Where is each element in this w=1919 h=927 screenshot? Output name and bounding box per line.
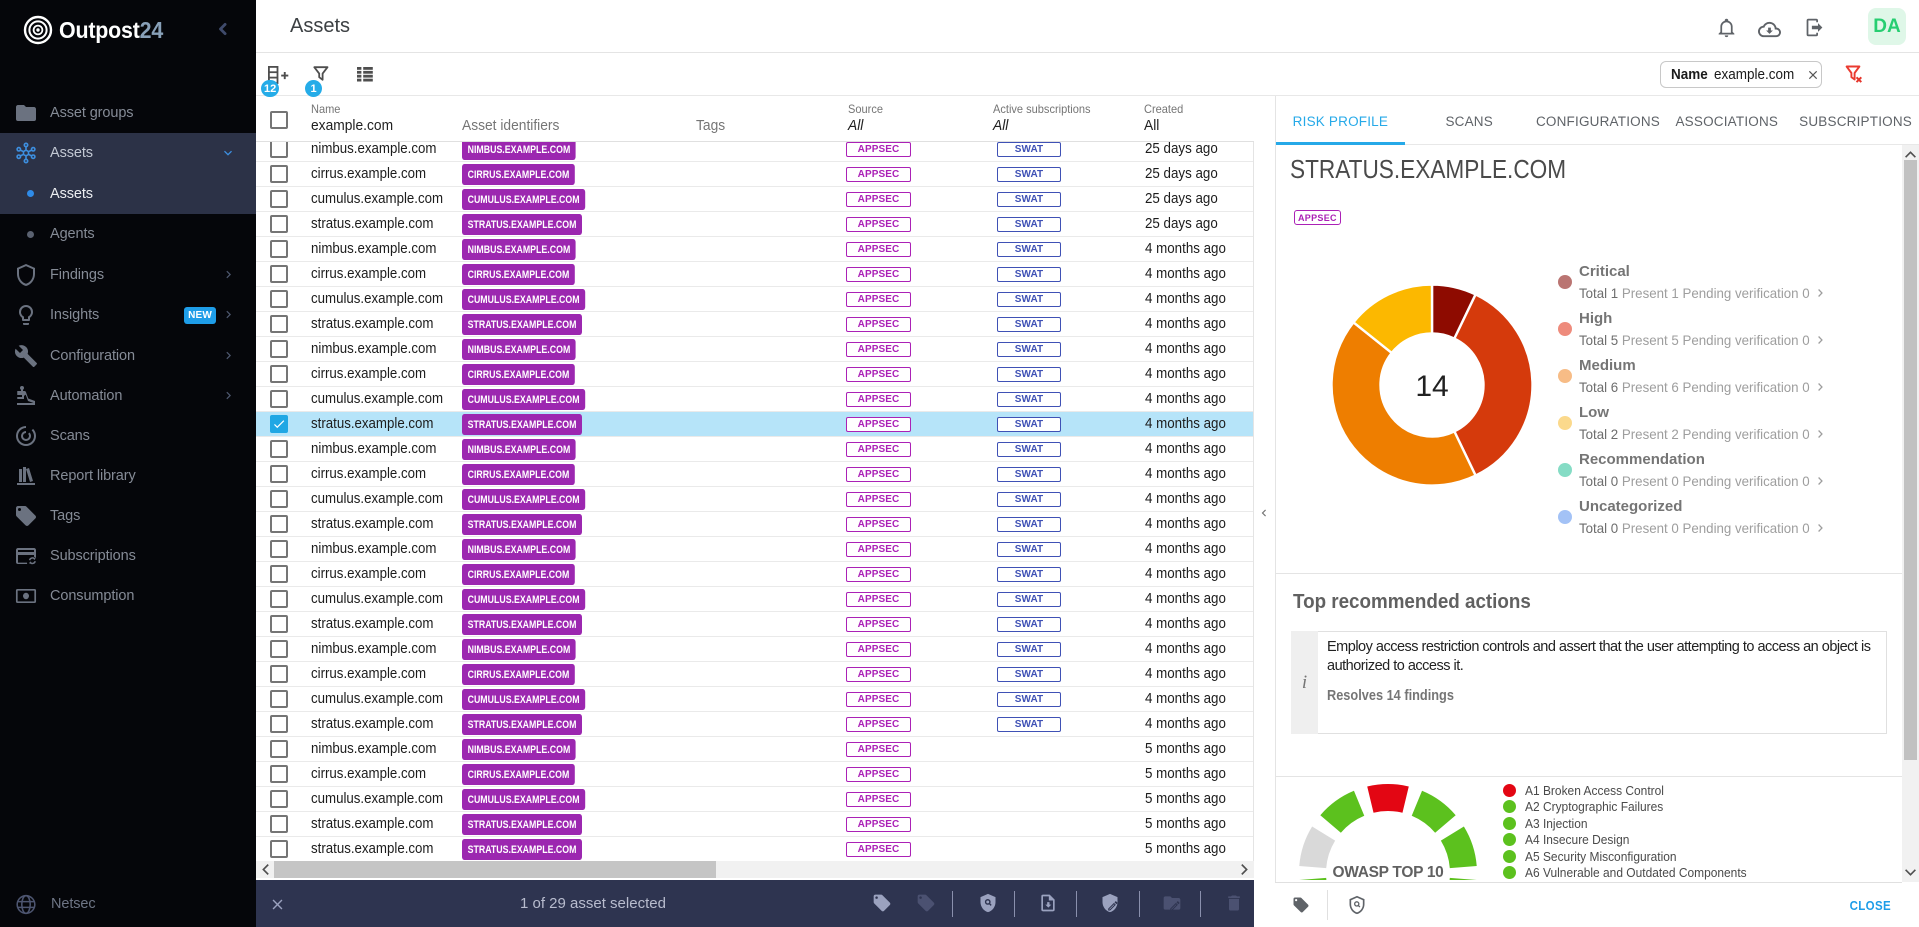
svg-text:14: 14 <box>1415 370 1448 403</box>
svg-text:OWASP TOP 10: OWASP TOP 10 <box>1333 864 1444 880</box>
